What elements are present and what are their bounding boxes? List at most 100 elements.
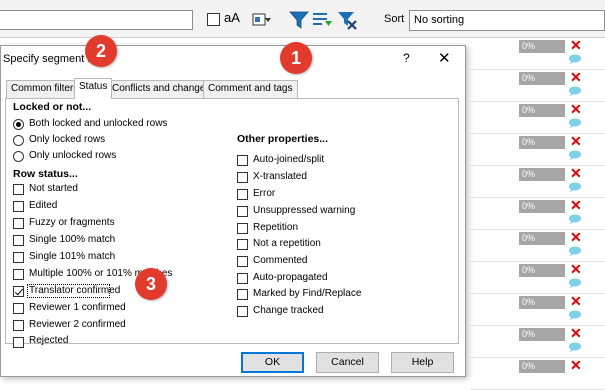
progress-cell: 0%	[519, 200, 565, 213]
progress-cell: 0%	[519, 296, 565, 309]
checkbox-multiple-matches[interactable]	[13, 269, 24, 280]
cancel-button[interactable]: Cancel	[316, 352, 379, 373]
checkbox-error[interactable]	[237, 189, 248, 200]
row-status-heading: Row status...	[13, 168, 78, 180]
radio-only-unlocked[interactable]	[13, 151, 24, 162]
delete-icon[interactable]: ✕	[570, 166, 582, 180]
checkbox-reviewer-2-confirmed[interactable]	[13, 320, 24, 331]
checkbox-label: Not a repetition	[253, 238, 321, 249]
locked-heading: Locked or not...	[13, 101, 92, 113]
comment-icon[interactable]	[568, 86, 582, 96]
grid-row[interactable]: 0% ✕	[470, 166, 605, 198]
other-properties-heading: Other properties...	[237, 133, 329, 145]
grid-row[interactable]: 0% ✕	[470, 70, 605, 102]
progress-cell: 0%	[519, 168, 565, 181]
comment-icon[interactable]	[568, 246, 582, 256]
delete-icon[interactable]: ✕	[570, 358, 582, 372]
grid-row[interactable]: 0% ✕	[470, 38, 605, 70]
comment-icon[interactable]	[568, 342, 582, 352]
toolbar: aA Sort No sorting	[0, 0, 605, 38]
progress-cell: 0%	[519, 104, 565, 117]
callout-badge-1: 1	[280, 42, 312, 74]
checkbox-auto-joined-split[interactable]	[237, 155, 248, 166]
clear-filter-icon[interactable]	[336, 9, 358, 31]
progress-cell: 0%	[519, 328, 565, 341]
checkbox-marked-by-find-replace[interactable]	[237, 289, 248, 300]
delete-icon[interactable]: ✕	[570, 326, 582, 340]
callout-badge-2: 2	[85, 35, 117, 67]
comment-icon[interactable]	[568, 182, 582, 192]
delete-icon[interactable]: ✕	[570, 102, 582, 116]
delete-icon[interactable]: ✕	[570, 134, 582, 148]
radio-only-locked[interactable]	[13, 135, 24, 146]
checkbox-change-tracked[interactable]	[237, 306, 248, 317]
comment-icon[interactable]	[568, 118, 582, 128]
tab-status[interactable]: Status	[74, 78, 113, 99]
checkbox-repetition[interactable]	[237, 223, 248, 234]
grid-row[interactable]: 0% ✕	[470, 134, 605, 166]
filter-funnel-icon[interactable]	[288, 9, 310, 31]
progress-cell: 0%	[519, 40, 565, 53]
advanced-filter-icon[interactable]	[311, 9, 333, 31]
checkbox-fuzzy-or-fragments[interactable]	[13, 218, 24, 229]
delete-icon[interactable]: ✕	[570, 38, 582, 52]
checkbox-label: Fuzzy or fragments	[29, 217, 115, 228]
close-icon[interactable]: ✕	[438, 49, 451, 67]
grid-row[interactable]: 0% ✕	[470, 198, 605, 230]
help-button[interactable]: Help	[391, 352, 454, 373]
radio-label: Both locked and unlocked rows	[29, 118, 168, 129]
checkbox-edited[interactable]	[13, 201, 24, 212]
checkbox-not-a-repetition[interactable]	[237, 239, 248, 250]
checkbox-x-translated[interactable]	[237, 172, 248, 183]
filter-options-icon[interactable]	[251, 9, 273, 31]
comment-icon[interactable]	[568, 150, 582, 160]
callout-badge-3: 3	[135, 268, 167, 300]
checkbox-single-101-match[interactable]	[13, 252, 24, 263]
comment-icon[interactable]	[568, 278, 582, 288]
checkbox-label: Repetition	[253, 222, 299, 233]
grid-row[interactable]: 0% ✕	[470, 262, 605, 294]
comment-icon[interactable]	[568, 54, 582, 64]
checkbox-label: Auto-propagated	[253, 272, 328, 283]
match-case-checkbox[interactable]	[207, 13, 220, 26]
grid-row[interactable]: 0% ✕	[470, 102, 605, 134]
filter-text-input[interactable]	[0, 10, 193, 30]
sort-dropdown[interactable]: No sorting	[409, 10, 605, 31]
delete-icon[interactable]: ✕	[570, 230, 582, 244]
delete-icon[interactable]: ✕	[570, 262, 582, 276]
match-case-label: aA	[224, 10, 240, 25]
checkbox-commented[interactable]	[237, 256, 248, 267]
comment-icon[interactable]	[568, 310, 582, 320]
grid-row[interactable]: 0% ✕	[470, 358, 605, 390]
checkbox-single-100-match[interactable]	[13, 235, 24, 246]
checkbox-label: Single 101% match	[29, 251, 116, 262]
checkbox-auto-propagated[interactable]	[237, 273, 248, 284]
ok-button[interactable]: OK	[241, 352, 304, 373]
tab-conflicts-and-changes[interactable]: Conflicts and changes	[107, 80, 216, 98]
progress-cell: 0%	[519, 232, 565, 245]
delete-icon[interactable]: ✕	[570, 70, 582, 84]
checkbox-translator-confirmed[interactable]	[13, 286, 24, 297]
checkbox-label: Reviewer 2 confirmed	[29, 319, 126, 330]
radio-both-locked-unlocked[interactable]	[13, 119, 24, 130]
checkbox-not-started[interactable]	[13, 184, 24, 195]
checkbox-label: Auto-joined/split	[253, 154, 325, 165]
checkbox-reviewer-1-confirmed[interactable]	[13, 303, 24, 314]
checkbox-label: Not started	[29, 183, 78, 194]
progress-cell: 0%	[519, 72, 565, 85]
grid-row[interactable]: 0% ✕	[470, 294, 605, 326]
grid-row[interactable]: 0% ✕	[470, 326, 605, 358]
delete-icon[interactable]: ✕	[570, 198, 582, 212]
delete-icon[interactable]: ✕	[570, 294, 582, 308]
tab-comment-and-tags[interactable]: Comment and tags	[203, 80, 298, 98]
checkbox-label: Reviewer 1 confirmed	[29, 302, 126, 313]
tab-common-filters[interactable]: Common filters	[6, 80, 84, 98]
checkbox-rejected[interactable]	[13, 337, 24, 348]
checkbox-label: Unsuppressed warning	[253, 205, 356, 216]
progress-cell: 0%	[519, 136, 565, 149]
grid-row[interactable]: 0% ✕	[470, 230, 605, 262]
comment-icon[interactable]	[568, 214, 582, 224]
checkbox-unsuppressed-warning[interactable]	[237, 206, 248, 217]
help-icon[interactable]: ?	[403, 51, 410, 65]
sort-label: Sort	[384, 13, 405, 25]
